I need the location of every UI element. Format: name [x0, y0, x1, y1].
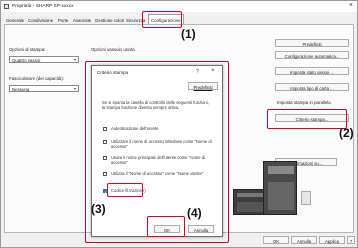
callout-2: (2) [339, 126, 354, 140]
finisher-select[interactable]: Nessuna [9, 85, 79, 92]
paper-icon [301, 191, 311, 205]
tray-status-button[interactable]: Imposta stato vassoi ... [275, 67, 349, 75]
apply-button[interactable]: Applica [319, 236, 345, 244]
close-icon[interactable]: × [349, 2, 353, 9]
highlight-ok-button [147, 216, 185, 237]
tab-generale[interactable]: Generale [6, 16, 24, 24]
highlight-configurazione-tab [142, 11, 182, 28]
finisher-label: Fascicolatore (dei capacità): [9, 76, 64, 81]
highlight-print-policy-button [267, 109, 347, 129]
auto-config-button[interactable]: Configurazione automatica... [275, 51, 349, 59]
paper-type-button[interactable]: Imposta tipo di carta ... [275, 83, 349, 91]
properties-window: Proprietà - SHARP SP-xxxxx × Generale Co… [0, 0, 358, 248]
printer-tower-illustration [263, 161, 297, 215]
window-title: Proprietà - SHARP SP-xxxxx [12, 4, 74, 9]
callout-3: (3) [91, 202, 106, 216]
highlight-checkbox [107, 183, 143, 197]
tab-avanzate[interactable]: Avanzate [73, 16, 91, 24]
cancel-button[interactable]: Annulla [291, 236, 317, 244]
output-tray-label: Opzioni vassoio uscita [91, 47, 135, 52]
print-options-select[interactable]: Quattro vassoi [9, 56, 79, 63]
help-button[interactable]: ? [347, 236, 355, 244]
ok-button[interactable]: OK [263, 236, 289, 244]
tab-gestione-colori[interactable]: Gestione colori [95, 16, 124, 24]
defaults-button[interactable]: Predefiniti [275, 39, 349, 47]
parallel-print-label: Imposta stampa in parallela [277, 100, 331, 105]
print-options-label: Opzioni di stampa: [9, 47, 46, 52]
callout-4: (4) [187, 206, 202, 220]
callout-1: (1) [181, 27, 196, 41]
tab-porte[interactable]: Porte [58, 16, 69, 24]
tab-condivisione[interactable]: Condivisione [28, 16, 53, 24]
printer-icon [4, 4, 9, 9]
printer-illustration [233, 189, 267, 215]
